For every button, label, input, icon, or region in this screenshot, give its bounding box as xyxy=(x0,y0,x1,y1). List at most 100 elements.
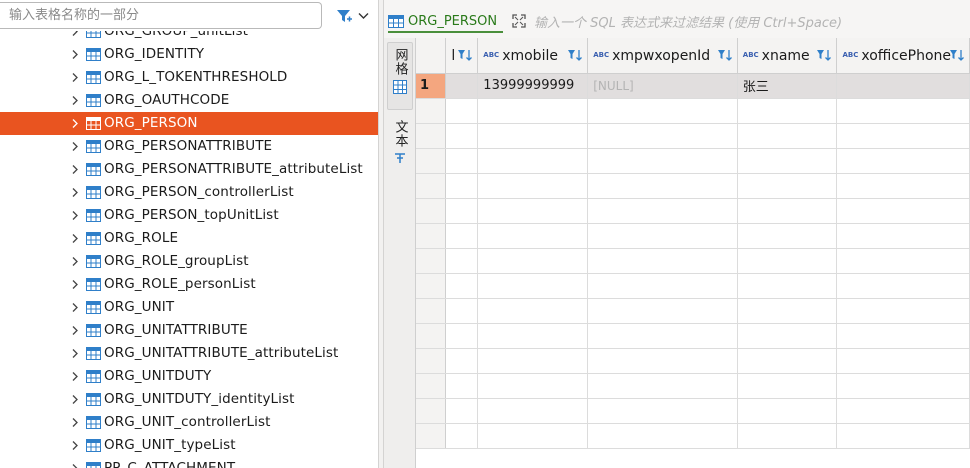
tree-item[interactable]: ORG_UNIT xyxy=(0,296,378,319)
column-header[interactable]: ABC xmobile xyxy=(477,38,589,74)
table-cell xyxy=(477,198,589,224)
table-icon xyxy=(86,94,101,107)
column-header-content: ABC xname xyxy=(743,38,810,73)
tree-item-label: ORG_ROLE xyxy=(104,230,179,246)
table-icon xyxy=(86,209,101,222)
tree-item[interactable]: ORG_PERSON_controllerList xyxy=(0,181,378,204)
table-cell[interactable] xyxy=(445,73,479,99)
tree-item[interactable]: ORG_UNITATTRIBUTE_attributeList xyxy=(0,342,378,365)
table-row[interactable]: 1 13999999999 [NULL] 张三 xyxy=(416,73,970,99)
tree-item[interactable]: ORG_OAUTHCODE xyxy=(0,89,378,112)
tree-item[interactable]: ORG_L_TOKENTHRESHOLD xyxy=(0,66,378,89)
chevron-right-icon[interactable] xyxy=(70,95,80,106)
chevron-right-icon[interactable] xyxy=(70,348,80,359)
table-navigator: ORG_GROUP_unitList ORG_IDENTITY ORG_L_TOKE… xyxy=(0,0,378,468)
tree-item[interactable]: ORG_PERSONATTRIBUTE_attributeList xyxy=(0,158,378,181)
table-cell xyxy=(587,148,738,174)
table-cell xyxy=(587,123,738,149)
tree-item-label: ORG_GROUP_unitList xyxy=(104,31,249,39)
table-cell[interactable]: 13999999999 xyxy=(477,73,589,99)
chevron-right-icon[interactable] xyxy=(70,417,80,428)
sort-filter-icon[interactable] xyxy=(816,48,832,62)
sort-filter-icon[interactable] xyxy=(949,48,965,62)
table-filter-input[interactable] xyxy=(0,2,322,29)
tree-item[interactable]: ORG_ROLE_personList xyxy=(0,273,378,296)
tree-item[interactable]: ORG_UNITDUTY xyxy=(0,365,378,388)
chevron-right-icon[interactable] xyxy=(70,72,80,83)
table-cell xyxy=(587,198,738,224)
table-cell xyxy=(477,423,589,449)
table-icon xyxy=(86,439,101,452)
results-grid[interactable]: l ABC xmobile ABC xmpwxopenId ABC xname ABC xoff… xyxy=(415,38,970,468)
column-header[interactable]: ABC xname xyxy=(737,38,838,74)
column-header[interactable]: l xyxy=(445,38,479,74)
tree-item[interactable]: ORG_UNIT_controllerList xyxy=(0,411,378,434)
tab-grid[interactable]: 网格 xyxy=(387,42,413,110)
sort-filter-icon[interactable] xyxy=(567,48,583,62)
chevron-right-icon[interactable] xyxy=(70,302,80,313)
chevron-right-icon[interactable] xyxy=(70,141,80,152)
chevron-right-icon[interactable] xyxy=(70,463,80,468)
chevron-right-icon[interactable] xyxy=(70,210,80,221)
tree-item[interactable]: ORG_UNITDUTY_identityList xyxy=(0,388,378,411)
table-cell[interactable] xyxy=(836,73,970,99)
chevron-right-icon[interactable] xyxy=(70,394,80,405)
tree-item[interactable]: ORG_UNITATTRIBUTE xyxy=(0,319,378,342)
table-cell xyxy=(445,198,479,224)
sort-filter-icon[interactable] xyxy=(457,48,473,62)
tree-item[interactable]: ORG_PERSON xyxy=(0,112,378,135)
tree-item[interactable]: PP_C_ATTACHMENT xyxy=(0,457,378,468)
chevron-right-icon[interactable] xyxy=(70,164,80,175)
tree-item-label: ORG_UNITATTRIBUTE xyxy=(104,322,248,338)
chevron-right-icon[interactable] xyxy=(70,371,80,382)
tree-item[interactable]: ORG_PERSON_topUnitList xyxy=(0,204,378,227)
chevron-right-icon[interactable] xyxy=(70,31,80,37)
table-cell xyxy=(477,148,589,174)
tree-item[interactable]: ORG_IDENTITY xyxy=(0,43,378,66)
table-cell xyxy=(445,248,479,274)
chevron-right-icon[interactable] xyxy=(70,325,80,336)
tree-item[interactable]: ORG_UNIT_typeList xyxy=(0,434,378,457)
chevron-right-icon[interactable] xyxy=(70,49,80,60)
row-number[interactable]: 1 xyxy=(416,73,447,99)
chevron-right-icon[interactable] xyxy=(70,233,80,244)
tree-item[interactable]: ORG_ROLE xyxy=(0,227,378,250)
table-cell[interactable]: [NULL] xyxy=(587,73,738,99)
tab-text[interactable]: 文本 xyxy=(387,120,413,176)
column-header[interactable]: ABC xmpwxopenId xyxy=(587,38,738,74)
table-cell xyxy=(836,373,970,399)
chevron-right-icon[interactable] xyxy=(70,256,80,267)
chevron-right-icon[interactable] xyxy=(70,118,80,129)
tab-org-person[interactable]: ORG_PERSON xyxy=(388,11,504,33)
column-header[interactable]: ABC xofficePhone xyxy=(836,38,970,74)
chevron-right-icon[interactable] xyxy=(70,187,80,198)
chevron-right-icon[interactable] xyxy=(70,279,80,290)
expand-icon[interactable] xyxy=(512,14,526,28)
table-cell xyxy=(587,423,738,449)
sql-filter-input[interactable] xyxy=(530,12,970,34)
sort-filter-icon[interactable] xyxy=(717,48,733,62)
empty-row xyxy=(416,423,970,449)
row-number xyxy=(416,248,447,274)
table-tree: ORG_GROUP_unitList ORG_IDENTITY ORG_L_TOKE… xyxy=(0,31,378,468)
table-cell xyxy=(587,323,738,349)
row-number xyxy=(416,173,447,199)
tree-item[interactable]: ORG_GROUP_unitList xyxy=(0,31,378,43)
empty-row xyxy=(416,248,970,274)
table-cell[interactable]: 张三 xyxy=(737,73,838,99)
table-cell xyxy=(836,298,970,324)
table-icon xyxy=(86,31,101,38)
table-icon xyxy=(86,140,101,153)
filter-button[interactable] xyxy=(330,4,374,28)
table-cell xyxy=(836,98,970,124)
chevron-right-icon[interactable] xyxy=(70,440,80,451)
table-cell xyxy=(836,198,970,224)
tree-item[interactable]: ORG_ROLE_groupList xyxy=(0,250,378,273)
tree-item[interactable]: ORG_PERSONATTRIBUTE xyxy=(0,135,378,158)
table-cell xyxy=(445,298,479,324)
table-cell xyxy=(737,98,838,124)
row-number xyxy=(416,373,447,399)
table-icon xyxy=(86,324,101,337)
tree-item-label: ORG_PERSONATTRIBUTE_attributeList xyxy=(104,161,363,177)
table-cell xyxy=(836,273,970,299)
